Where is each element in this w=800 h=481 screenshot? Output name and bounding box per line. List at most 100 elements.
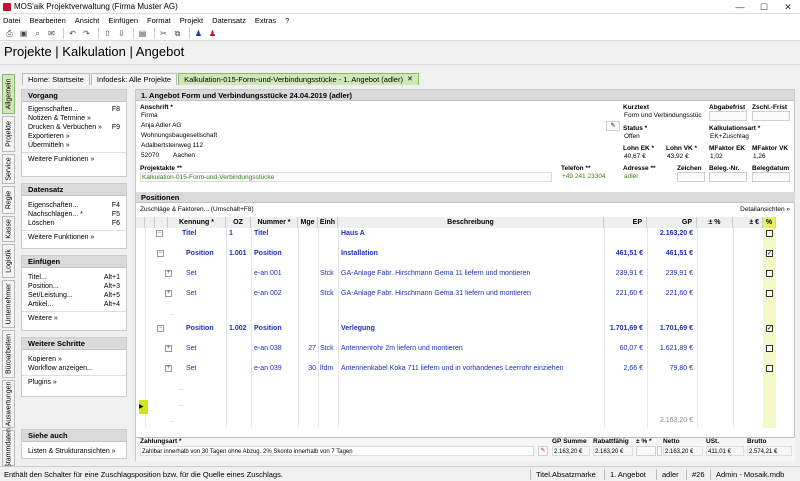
table-row[interactable]: + Set e-an 002 Stck GA-Anlage Fabr. Hirs… bbox=[136, 289, 795, 308]
vtab-unternehmer[interactable]: Unternehmer bbox=[2, 280, 15, 328]
status-field[interactable]: Offen bbox=[623, 132, 705, 142]
menu-datensatz[interactable]: Datensatz bbox=[212, 16, 246, 25]
menu-item-nachschlagen[interactable]: Nachschlagen... * F5 bbox=[22, 210, 126, 219]
table-row-empty[interactable]: ... bbox=[136, 384, 795, 400]
projektakte-field[interactable]: Kalkulation-015-Form-und-Verbindungsstüc… bbox=[140, 172, 552, 182]
row-checkbox[interactable]: ✓ bbox=[766, 250, 773, 257]
row-checkbox[interactable] bbox=[766, 365, 773, 372]
close-tab-icon[interactable]: ✕ bbox=[407, 74, 413, 85]
lohn-vk-field[interactable]: 43,92 € bbox=[666, 152, 706, 162]
more-functions-link[interactable]: Weitere Funktionen » bbox=[22, 233, 126, 242]
menu-item-position[interactable]: Position... Alt+3 bbox=[22, 282, 126, 291]
vtab-regie[interactable]: Regie bbox=[2, 186, 15, 214]
collapse-icon[interactable]: − bbox=[157, 325, 164, 332]
kalkulationsart-field[interactable]: EK+Zuschlag bbox=[709, 132, 791, 142]
adresse-field[interactable]: adler bbox=[623, 172, 673, 182]
row-checkbox[interactable] bbox=[766, 345, 773, 352]
menu-help[interactable]: ? bbox=[285, 16, 289, 25]
expand-icon[interactable]: + bbox=[165, 290, 172, 297]
kurztext-field[interactable]: Form und Verbindungsstüc bbox=[623, 111, 705, 121]
close-button[interactable]: ✕ bbox=[776, 0, 800, 14]
expand-icon[interactable]: + bbox=[165, 365, 172, 372]
expand-icon[interactable]: + bbox=[165, 270, 172, 277]
table-row[interactable]: + Set e-an 039 30 lfdm Antennenkabel Kok… bbox=[136, 364, 795, 383]
menu-item-eigenschaften[interactable]: Eigenschaften... F8 bbox=[22, 105, 126, 114]
address-line-4[interactable]: Adalbertsteinweg 112 bbox=[140, 141, 203, 151]
col-plusminus-eur[interactable]: ± € bbox=[733, 217, 763, 228]
document-icon[interactable]: ▤ bbox=[137, 28, 148, 39]
user-blue-icon[interactable]: ♟ bbox=[193, 28, 204, 39]
tab-infodesk[interactable]: Infodesk: Alle Projekte bbox=[90, 73, 178, 85]
row-checkbox[interactable]: ✓ bbox=[766, 325, 773, 332]
menu-format[interactable]: Format bbox=[147, 16, 171, 25]
pct-field-2[interactable] bbox=[657, 446, 662, 456]
more-functions-link[interactable]: Weitere Funktionen » bbox=[22, 155, 126, 164]
col-nummer[interactable]: Nummer * bbox=[251, 217, 298, 228]
col-beschreibung[interactable]: Beschreibung bbox=[338, 217, 604, 228]
edit-address-icon[interactable]: ✎ bbox=[606, 121, 620, 131]
col-gp[interactable]: GP bbox=[647, 217, 697, 228]
menu-item-exportieren[interactable]: Exportieren » bbox=[22, 132, 126, 141]
beleg-nr-field[interactable] bbox=[709, 172, 747, 182]
menu-projekt[interactable]: Projekt bbox=[180, 16, 203, 25]
print-preview-icon[interactable]: ▣ bbox=[18, 28, 29, 39]
menu-item-titel[interactable]: Titel... Alt+1 bbox=[22, 273, 126, 282]
redo-icon[interactable]: ↷ bbox=[81, 28, 92, 39]
address-line-2[interactable]: Anja Adler AG bbox=[140, 121, 181, 131]
expand-icon[interactable]: + bbox=[165, 345, 172, 352]
menu-ansicht[interactable]: Ansicht bbox=[75, 16, 100, 25]
print-icon[interactable]: ⎙ bbox=[4, 28, 15, 39]
menu-item-notizen[interactable]: Notizen & Termine » bbox=[22, 114, 126, 123]
row-checkbox[interactable] bbox=[766, 230, 773, 237]
menu-item-drucken[interactable]: Drucken & Verbuchen » F9 bbox=[22, 123, 126, 132]
cut-icon[interactable]: ✂ bbox=[158, 28, 169, 39]
table-row[interactable]: − Titel 1 Titel Haus A 2.163,20 € bbox=[136, 229, 795, 248]
vtab-stammdaten[interactable]: Stammdaten bbox=[2, 428, 15, 468]
menu-item-set-leistung[interactable]: Set/Leistung... Alt+5 bbox=[22, 291, 126, 300]
menu-item-artikel[interactable]: Artikel... Alt+4 bbox=[22, 300, 126, 309]
col-ep[interactable]: EP bbox=[604, 217, 647, 228]
table-row-empty[interactable]: ▶ ... bbox=[136, 400, 795, 416]
address-line-3[interactable]: Wohnungsbaugesellschaft bbox=[140, 131, 217, 141]
collapse-icon[interactable]: − bbox=[157, 250, 164, 257]
menu-item-uebermitteln[interactable]: Übermitteln » bbox=[22, 141, 126, 150]
row-checkbox[interactable] bbox=[766, 290, 773, 297]
arrow-down-icon[interactable]: ⇩ bbox=[116, 28, 127, 39]
search-icon[interactable]: ⌕ bbox=[32, 28, 43, 39]
user-red-icon[interactable]: ♟ bbox=[207, 28, 218, 39]
edit-zahlungsart-icon[interactable]: ✎ bbox=[538, 446, 548, 456]
menu-item-kopieren[interactable]: Kopieren » bbox=[22, 355, 126, 364]
menu-datei[interactable]: Datei bbox=[3, 16, 21, 25]
telefon-field[interactable]: +49 241 23304 bbox=[561, 172, 619, 182]
vtab-bueroarbeiten[interactable]: Büroarbeiten bbox=[2, 330, 15, 378]
tab-kalkulation[interactable]: Kalkulation-015-Form-und-Verbindungsstüc… bbox=[178, 73, 419, 85]
vtab-projekte[interactable]: Projekte bbox=[2, 116, 15, 152]
vtab-allgemein[interactable]: Allgemein bbox=[2, 74, 15, 114]
maximize-button[interactable]: ☐ bbox=[752, 0, 776, 14]
zuschlaege-link[interactable]: Zuschläge & Faktoren... (Umschalt+F8) bbox=[140, 206, 254, 213]
table-row[interactable]: − Position 1.001 Position Installation 4… bbox=[136, 249, 795, 268]
detailansichten-link[interactable]: Detailansichten » bbox=[740, 206, 790, 213]
ort-field[interactable]: Aachen bbox=[172, 151, 195, 161]
col-kennung[interactable]: Kennung * bbox=[168, 217, 226, 228]
vtab-kasse[interactable]: Kasse bbox=[2, 216, 15, 242]
table-row[interactable]: + Set e-an 001 Stck GA-Anlage Fabr. Hirs… bbox=[136, 269, 795, 288]
tab-home[interactable]: Home: Startseite bbox=[22, 73, 90, 85]
mail-icon[interactable]: ✉ bbox=[46, 28, 57, 39]
copy-icon[interactable]: ⧉ bbox=[172, 28, 183, 39]
row-checkbox[interactable] bbox=[766, 270, 773, 277]
minimize-button[interactable]: — bbox=[728, 0, 752, 14]
arrow-up-icon[interactable]: ⇧ bbox=[102, 28, 113, 39]
zschl-frist-field[interactable] bbox=[752, 111, 790, 121]
menu-einfuegen[interactable]: Einfügen bbox=[108, 16, 138, 25]
table-row[interactable]: + Set e-an 038 27 Stck Antennenrohr 2m l… bbox=[136, 344, 795, 363]
plugins-link[interactable]: Plugins » bbox=[22, 378, 126, 387]
table-row[interactable]: − Position 1.002 Position Verlegung 1.70… bbox=[136, 324, 795, 343]
belegdatum-field[interactable] bbox=[752, 172, 790, 182]
col-einh[interactable]: Einh bbox=[318, 217, 338, 228]
zahlungsart-field[interactable]: Zahlbar innerhalb von 30 Tagen ohne Abzu… bbox=[140, 446, 534, 456]
vtab-auswertungen[interactable]: Auswertungen bbox=[2, 380, 15, 428]
lohn-ek-field[interactable]: 40,67 € bbox=[623, 152, 663, 162]
address-line-1[interactable]: Firma bbox=[140, 111, 158, 121]
mfaktor-ek-field[interactable]: 1,02 bbox=[709, 152, 749, 162]
